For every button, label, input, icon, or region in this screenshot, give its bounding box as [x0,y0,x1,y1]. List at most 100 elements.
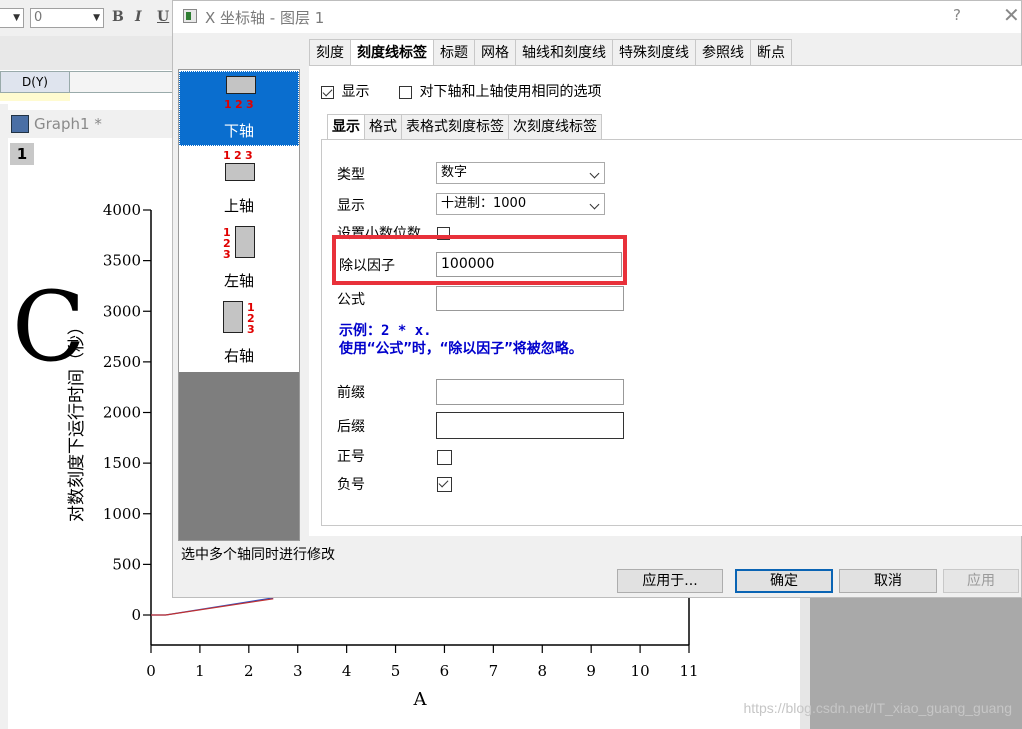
axis-item-top[interactable]: 1 2 3 上轴 [179,147,299,222]
x-tick-label: 2 [244,662,254,680]
tab-breaks[interactable]: 断点 [750,39,792,66]
type-select[interactable]: 数字 [436,162,605,184]
tab-grid[interactable]: 网格 [474,39,516,66]
plus-sign-label: 正号 [337,449,365,465]
y-tick-label: 3000 [103,302,141,320]
x-tick-label: 9 [586,662,596,680]
same-options-label: 对下轴和上轴使用相同的选项 [419,84,602,100]
format-toolbar: ▼ 0 ▼ B I U [0,0,175,37]
tab-display[interactable]: 显示 [327,114,365,141]
apply-to-button[interactable]: 应用于... [617,569,723,593]
minus-sign-checkbox[interactable] [437,477,452,492]
worksheet-cell[interactable] [0,93,70,101]
y-tick-label: 2500 [103,353,141,371]
tab-tick-labels[interactable]: 刻度线标签 [350,39,434,67]
x-axis-label: A [413,689,428,710]
y-tick-label: 3500 [103,252,141,270]
highlight-annotation [332,235,627,285]
cancel-button[interactable]: 取消 [839,569,937,593]
chevron-down-icon [589,168,600,179]
column-header[interactable]: D(Y) [0,71,70,93]
axis-dialog: X 坐标轴 - 图层 1 ? ✕ 1 2 3 下轴 1 2 3 上轴 1 2 3… [172,0,1022,598]
font-dropdown[interactable]: ▼ [0,8,24,28]
same-options-checkbox-box[interactable] [399,85,412,99]
tab-scale[interactable]: 刻度 [309,39,351,66]
font-size-dropdown[interactable]: 0 ▼ [30,8,104,28]
axis-item-right[interactable]: 1 2 3 右轴 [179,297,299,372]
top-axis-icon: 1 2 3 [223,149,257,187]
graph-window-title: Graph1 * [34,115,102,133]
axis-item-label: 左轴 [223,272,254,290]
x-tick-label: 7 [489,662,499,680]
chevron-down-icon [589,199,600,210]
dialog-app-icon [183,9,197,23]
suffix-input[interactable] [436,412,624,439]
x-tick-label: 4 [342,662,352,680]
bottom-axis-icon: 1 2 3 [224,76,258,114]
formula-example-text: 示例：2 * x. [339,323,432,339]
axis-item-bottom[interactable]: 1 2 3 下轴 [179,71,299,146]
tab-reference-lines[interactable]: 参照线 [695,39,751,66]
formula-label: 公式 [337,292,365,308]
suffix-label: 后缀 [337,419,365,435]
tab-minor-tick-labels[interactable]: 次刻度线标签 [508,114,602,140]
x-tick-label: 0 [146,662,156,680]
italic-button[interactable]: I [135,9,142,25]
ok-button[interactable]: 确定 [735,569,833,593]
minus-sign-label: 负号 [337,477,365,493]
dialog-titlebar[interactable]: X 坐标轴 - 图层 1 ? ✕ [173,1,1021,33]
axis-item-label: 上轴 [223,197,254,215]
graph-icon [11,115,29,133]
help-button[interactable]: ? [953,6,961,24]
x-tick-label: 6 [440,662,450,680]
formula-input[interactable] [436,286,624,311]
status-text: 选中多个轴同时进行修改 [181,547,335,563]
tab-format[interactable]: 格式 [364,114,402,140]
series-line [151,597,274,616]
y-tick-label: 1500 [103,454,141,472]
type-select-value: 数字 [441,165,468,180]
axis-item-left[interactable]: 1 2 3 左轴 [179,222,299,297]
prefix-input[interactable] [436,379,624,405]
tab-axis-line-ticks[interactable]: 轴线和刻度线 [515,39,613,66]
show-checkbox[interactable]: 显示 [321,81,369,101]
font-size-value: 0 [34,10,43,25]
dialog-title: X 坐标轴 - 图层 1 [205,9,325,27]
right-axis-icon: 1 2 3 [223,301,257,339]
prefix-label: 前缀 [337,385,365,401]
x-tick-label: 10 [631,662,650,680]
left-axis-icon: 1 2 3 [223,226,257,264]
display-select[interactable]: 十进制：1000 [436,193,605,215]
axis-list: 1 2 3 下轴 1 2 3 上轴 1 2 3 左轴 1 2 3 右轴 [178,69,300,541]
tab-title[interactable]: 标题 [433,39,475,66]
x-tick-label: 8 [537,662,547,680]
show-checkbox-label: 显示 [341,84,370,100]
chevron-down-icon: ▼ [13,13,20,23]
y-tick-label: 0 [131,606,141,624]
close-button[interactable]: ✕ [1003,3,1020,27]
tab-special-ticks[interactable]: 特殊刻度线 [612,39,696,66]
series-line [151,598,274,616]
y-tick-label: 4000 [103,201,141,219]
tab-table-tick-labels[interactable]: 表格式刻度标签 [401,114,509,140]
x-tick-label: 11 [679,662,698,680]
axis-item-label: 下轴 [223,122,254,140]
chevron-down-icon: ▼ [93,13,100,23]
y-tick-label: 500 [112,555,141,573]
apply-button[interactable]: 应用 [943,569,1019,593]
graph-window-titlebar[interactable]: Graph1 * [8,110,173,138]
axis-list-empty [179,372,299,540]
x-tick-label: 3 [293,662,303,680]
show-checkbox-box[interactable] [321,85,334,99]
display-select-value: 十进制：1000 [441,196,527,211]
plus-sign-checkbox[interactable] [437,450,452,465]
main-tabs: 刻度 刻度线标签 标题 网格 轴线和刻度线 特殊刻度线 参照线 断点 [309,39,792,67]
bold-button[interactable]: B [112,9,124,25]
underline-button[interactable]: U [157,9,169,25]
same-options-checkbox[interactable]: 对下轴和上轴使用相同的选项 [399,81,601,101]
x-tick-label: 1 [195,662,205,680]
y-axis-label: 对数刻度下运行时间（秒） [67,318,87,522]
y-tick-label: 2000 [103,404,141,422]
workspace-bar [0,36,175,70]
y-tick-label: 1000 [103,505,141,523]
